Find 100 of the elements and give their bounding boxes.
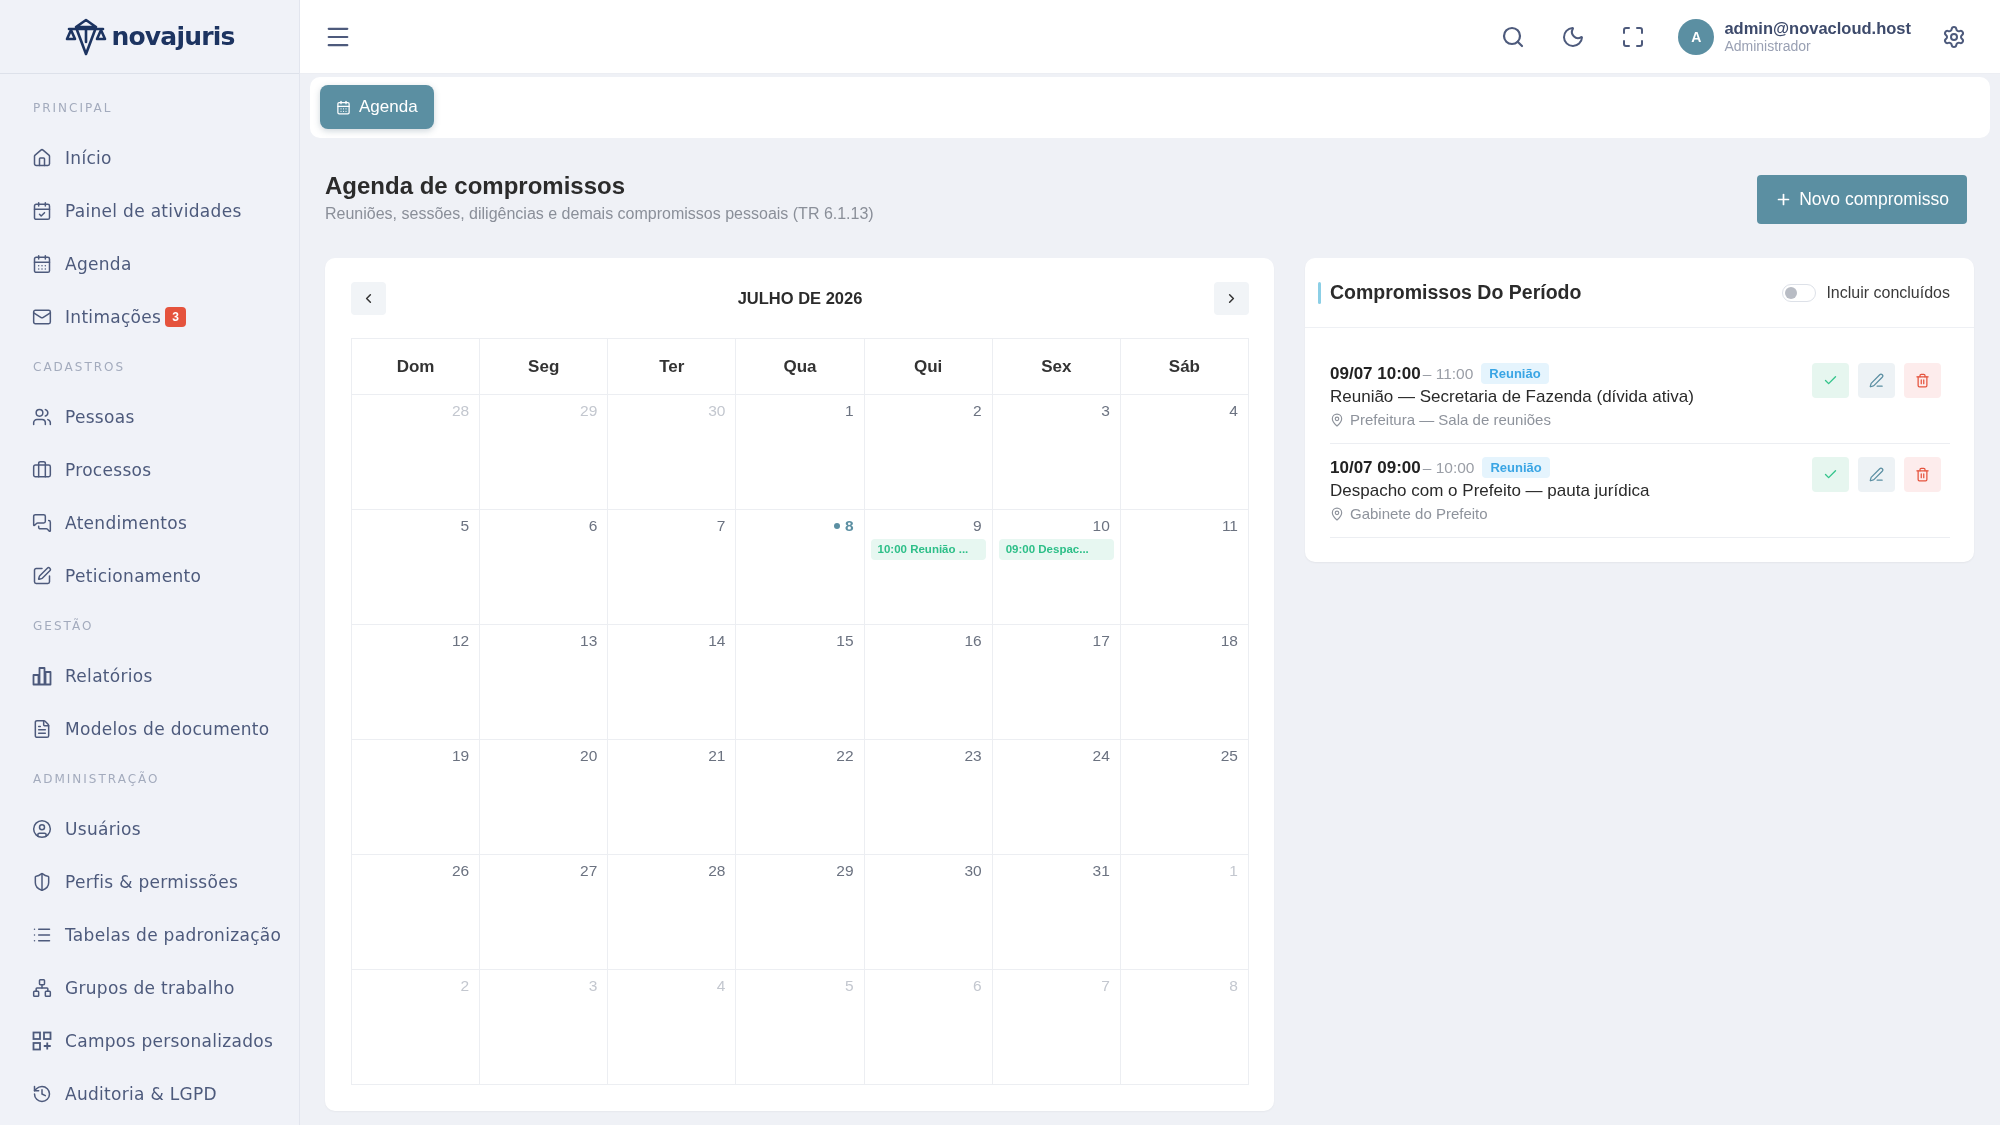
next-month-button[interactable]: [1214, 282, 1249, 315]
section-label: PRINCIPAL: [32, 99, 114, 117]
weekday-header: Sáb: [1120, 339, 1249, 395]
day-number: 16: [964, 632, 982, 650]
previous-month-button[interactable]: [351, 282, 386, 315]
user-email: admin@novacloud.host: [1724, 18, 1911, 37]
search-icon[interactable]: [1501, 24, 1526, 49]
calendar-icon: [32, 253, 52, 274]
section-label: CADASTROS: [32, 358, 127, 376]
day-number: 29: [836, 862, 854, 880]
sidebar-item[interactable]: Pessoas: [32, 406, 135, 427]
weekday-header: Qui: [864, 339, 993, 395]
fullscreen-icon[interactable]: [1621, 24, 1646, 49]
trash-icon: [1915, 373, 1930, 388]
avatar[interactable]: A: [1678, 18, 1715, 55]
sidebar-item[interactable]: Perfis & permissões: [32, 871, 239, 892]
day-number: 9: [973, 517, 982, 535]
sidebar-item[interactable]: Início: [32, 147, 112, 168]
weekday-header: Dom: [352, 339, 481, 395]
sidebar-item[interactable]: Modelos de documento: [32, 718, 270, 739]
day-number: 1: [844, 402, 854, 420]
map-pin-icon: [1330, 506, 1344, 521]
sidebar-item[interactable]: Relatórios: [32, 665, 153, 686]
sidebar-item[interactable]: Grupos de trabalho: [32, 977, 235, 998]
appointment-start: 10/07 09:00: [1330, 457, 1421, 478]
day-number: 1: [1229, 862, 1238, 880]
pencil-icon: [1869, 373, 1884, 388]
appointment-title: Reunião — Secretaria de Fazenda (dívida ativa): [1330, 386, 1695, 408]
day-number: 2: [460, 977, 470, 995]
day-number: 8: [1229, 977, 1238, 995]
day-number: 26: [451, 862, 470, 880]
users-icon: [32, 406, 52, 427]
accent-bar-icon: [1318, 281, 1321, 304]
weekday-header: Qua: [736, 339, 865, 395]
appointment-start: 09/07 10:00: [1330, 363, 1421, 384]
tab[interactable]: Agenda: [320, 85, 434, 129]
day-number: 28: [708, 862, 726, 880]
home-icon: [32, 147, 52, 168]
sidebar-item[interactable]: Painel de atividades: [32, 200, 242, 221]
page-title: Agenda de compromissos: [325, 171, 627, 201]
sidebar-item[interactable]: Auditoria & LGPD: [32, 1083, 217, 1104]
day-number: 5: [460, 517, 470, 535]
edit-button[interactable]: [1858, 363, 1895, 398]
sidebar-item[interactable]: Atendimentos: [32, 512, 188, 533]
history-icon: [32, 1083, 52, 1104]
weekday-header: Ter: [608, 339, 737, 395]
toggle-switch[interactable]: [1782, 283, 1817, 302]
month-title: JULHO DE 2026: [737, 289, 863, 308]
sidebar-item[interactable]: Campos personalizados: [32, 1030, 274, 1051]
appointment-end: – 10:00: [1422, 458, 1475, 477]
day-number: 3: [588, 977, 598, 995]
document-icon: [32, 718, 52, 739]
appointment-location: Gabinete do Prefeito: [1350, 505, 1488, 522]
page-subtitle: Reuniões, sessões, diligências e demais compromissos pessoais (TR 6.1.13): [325, 204, 874, 224]
day-number: 8: [844, 517, 854, 535]
sidebar-item[interactable]: Processos: [32, 459, 152, 480]
weekday-header: Seg: [480, 339, 609, 395]
bar-chart-icon: [32, 665, 52, 686]
calendar-check-icon: [32, 200, 52, 221]
moon-icon[interactable]: [1561, 24, 1586, 49]
shield-icon: [32, 871, 52, 892]
day-number: 28: [451, 402, 470, 420]
user-circle-icon: [32, 818, 52, 839]
day-number: 7: [716, 517, 726, 535]
type-tag: Reunião: [1482, 457, 1550, 478]
day-number: 21: [708, 747, 726, 765]
map-pin-icon: [1330, 412, 1344, 427]
day-number: 6: [588, 517, 598, 535]
day-number: 6: [973, 977, 982, 995]
delete-button[interactable]: [1904, 363, 1941, 398]
today-dot-icon: [833, 523, 840, 529]
sidebar-item[interactable]: Usuários: [32, 818, 141, 839]
day-number: 25: [1220, 747, 1238, 765]
chat-bubbles-icon: [32, 512, 52, 533]
sidebar-item[interactable]: Peticionamento: [32, 565, 202, 586]
day-number: 19: [451, 747, 470, 765]
delete-button[interactable]: [1904, 457, 1941, 492]
trash-icon: [1915, 467, 1930, 482]
day-number: 11: [1221, 517, 1238, 535]
day-number: 3: [1101, 402, 1110, 420]
pencil-square-icon: [32, 565, 52, 586]
sidebar-item[interactable]: Tabelas de padronização: [32, 924, 282, 945]
day-number: 20: [580, 747, 598, 765]
day-number: 12: [451, 632, 470, 650]
panel-title: Compromissos Do Período: [1330, 281, 1582, 304]
day-number: 24: [1092, 747, 1110, 765]
edit-button[interactable]: [1858, 457, 1895, 492]
count-badge: 3: [165, 306, 186, 327]
calendar-icon: [336, 99, 351, 115]
settings-icon[interactable]: [1942, 24, 1966, 49]
hierarchy-icon: [32, 977, 52, 998]
sidebar-item[interactable]: Intimações: [32, 306, 162, 327]
sidebar-item[interactable]: Agenda: [32, 253, 132, 274]
day-number: 30: [708, 402, 726, 420]
day-number: 5: [844, 977, 854, 995]
day-number: 22: [836, 747, 854, 765]
section-label: GESTÃO: [32, 617, 95, 635]
day-number: 30: [964, 862, 982, 880]
new-appointment-button[interactable]: Novo compromisso: [1757, 175, 1967, 224]
section-label: ADMINISTRAÇÃO: [32, 770, 161, 788]
